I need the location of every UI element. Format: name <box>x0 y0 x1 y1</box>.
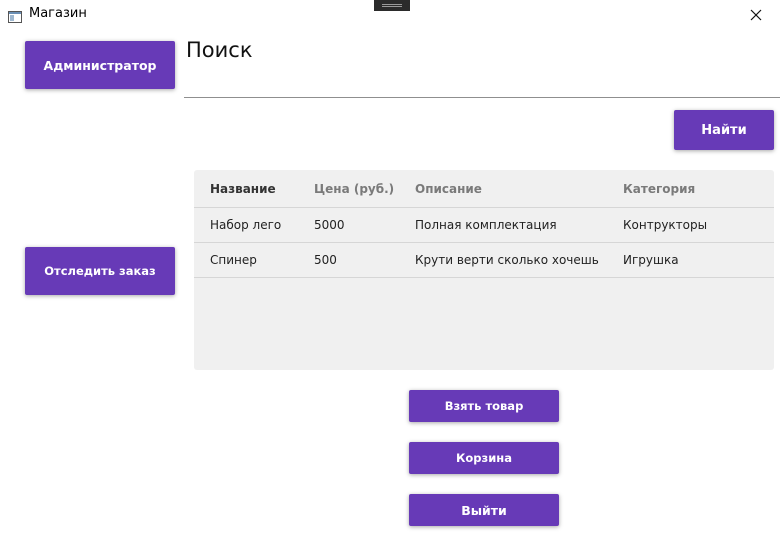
search-input[interactable] <box>184 66 780 98</box>
cell-description: Полная комплектация <box>415 218 557 232</box>
cell-description: Крути верти сколько хочешь <box>415 253 599 267</box>
window-app-icon <box>8 8 22 23</box>
cell-category: Контрукторы <box>623 218 708 232</box>
table-row[interactable]: Спинер 500 Крути верти сколько хочешь Иг… <box>194 243 774 278</box>
exit-button[interactable]: Выйти <box>409 494 559 526</box>
column-header-category[interactable]: Категория <box>623 182 695 196</box>
products-table: Название Цена (руб.) Описание Категория … <box>194 170 774 370</box>
table-header: Название Цена (руб.) Описание Категория <box>194 170 774 208</box>
cell-category: Игрушка <box>623 253 679 267</box>
cart-button[interactable]: Корзина <box>409 442 559 474</box>
close-button[interactable] <box>742 3 770 27</box>
cell-name: Набор лего <box>210 218 282 232</box>
title-bar: Магазин <box>0 0 780 30</box>
column-header-price[interactable]: Цена (руб.) <box>314 182 394 196</box>
search-label: Поиск <box>186 38 253 62</box>
find-button[interactable]: Найти <box>674 110 774 150</box>
close-icon <box>750 9 762 21</box>
cell-name: Спинер <box>210 253 257 267</box>
column-header-description[interactable]: Описание <box>415 182 482 196</box>
admin-button[interactable]: Администратор <box>25 41 175 89</box>
window-title: Магазин <box>29 6 87 21</box>
column-header-name[interactable]: Название <box>210 182 276 196</box>
track-order-button[interactable]: Отследить заказ <box>25 247 175 295</box>
cell-price: 500 <box>314 253 337 267</box>
drag-handle[interactable] <box>374 0 410 11</box>
table-row[interactable]: Набор лего 5000 Полная комплектация Конт… <box>194 208 774 243</box>
take-item-button[interactable]: Взять товар <box>409 390 559 422</box>
cell-price: 5000 <box>314 218 345 232</box>
